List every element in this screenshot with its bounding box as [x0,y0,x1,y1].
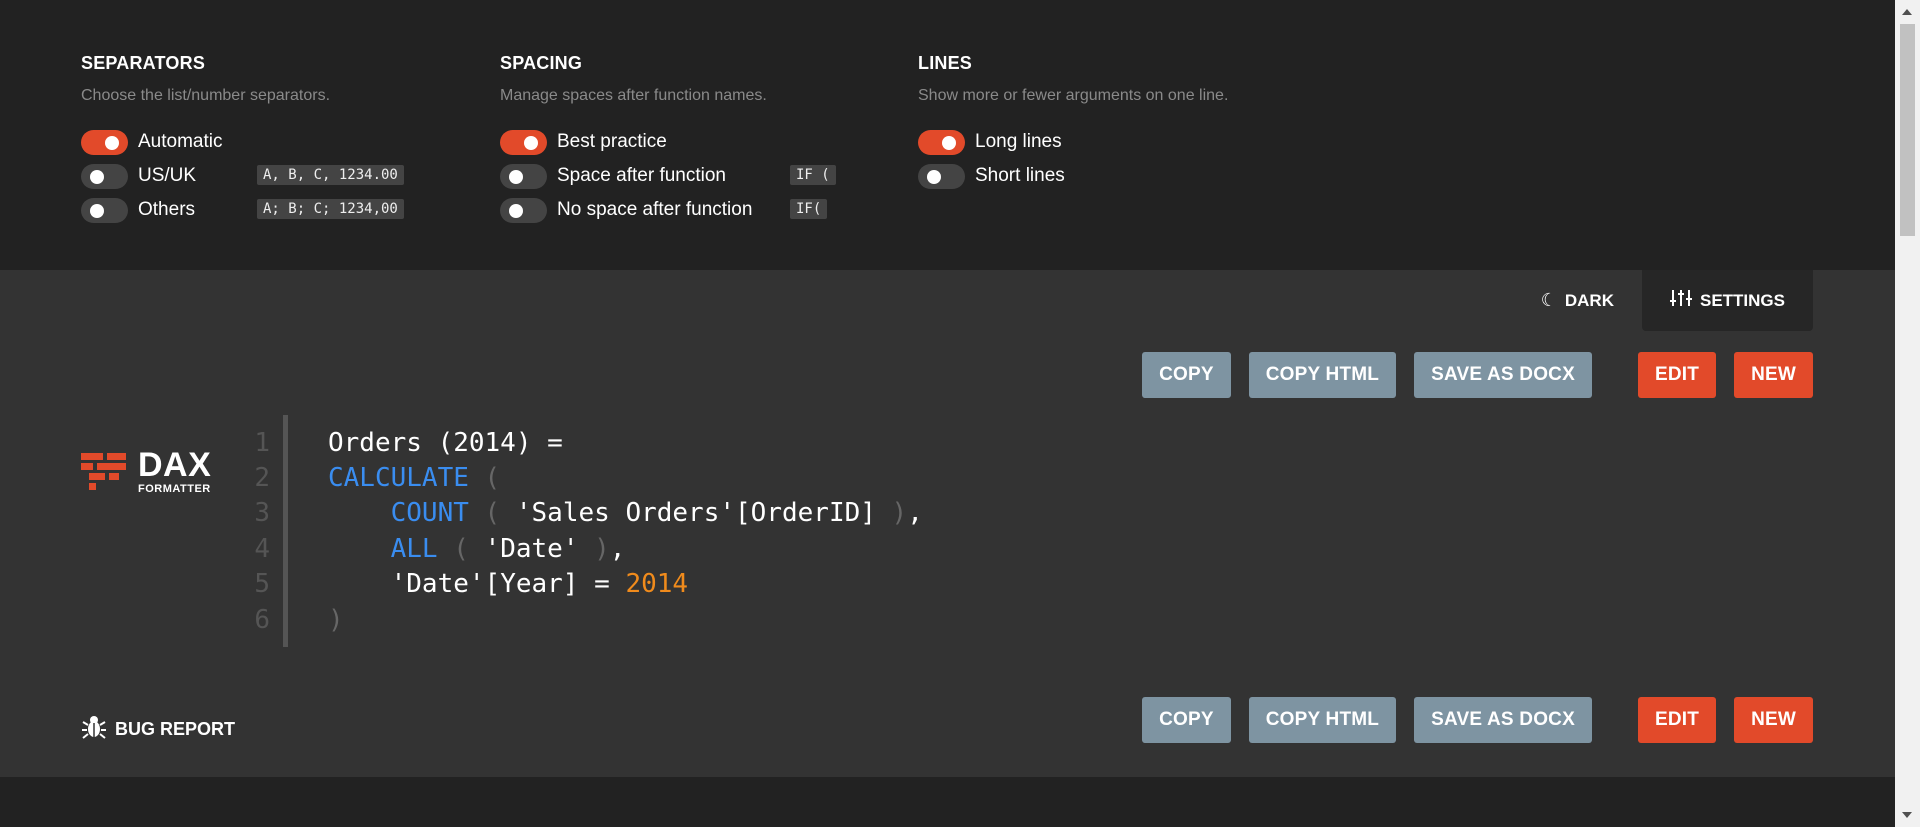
scrollbar-thumb[interactable] [1900,24,1915,236]
edit-button[interactable]: EDIT [1637,352,1717,398]
scroll-up-arrow-icon[interactable] [1902,9,1912,15]
separators-title: SEPARATORS [81,53,206,73]
code-text: 'Sales Orders'[OrderID] [515,498,876,529]
option-label: Automatic [138,131,223,152]
dark-label: DARK [1564,290,1614,310]
toggle-switch-long-lines[interactable] [918,129,965,155]
option-label: No space after function [557,199,753,220]
code-text: 'Date'[Year] = [390,569,626,600]
option-label: Space after function [557,165,726,186]
toggle-switch-no-space[interactable] [500,197,547,223]
toggle-switch-automatic[interactable] [81,129,128,155]
line-number: 2 [254,463,270,494]
separator-option-automatic[interactable]: Automatic [81,125,330,159]
lines-title: LINES [918,53,973,73]
spacing-section: SPACING Manage spaces after function nam… [500,53,836,227]
line-number: 1 [254,427,270,458]
code-line: 2 CALCULATE ( [240,460,923,495]
spacing-title: SPACING [500,53,583,73]
line-number: 6 [254,604,270,635]
toggle-switch-best-practice[interactable] [500,129,547,155]
toggle-switch-others[interactable] [81,197,128,223]
settings-panel: SEPARATORS Choose the list/number separa… [0,0,1895,270]
bug-report-link[interactable]: BUG REPORT [81,714,235,745]
logo-title: DAX [138,446,212,484]
copy-button[interactable]: COPY [1142,352,1231,398]
settings-label: SETTINGS [1699,290,1785,310]
spacing-description: Manage spaces after function names. [500,87,767,104]
copy-html-button[interactable]: COPY HTML [1248,697,1397,743]
separator-example-us-uk: A, B, C, 1234.00 [257,165,404,185]
editor-area: ☾ DARK SETTINGS COPY COPY HTML SAVE AS D… [0,270,1895,777]
save-docx-button[interactable]: SAVE AS DOCX [1414,352,1592,398]
separators-section: SEPARATORS Choose the list/number separa… [81,53,404,227]
save-docx-button[interactable]: SAVE AS DOCX [1414,697,1592,743]
code-line: 4 ALL ( 'Date' ), [240,531,923,566]
spacing-example-no-space: IF( [790,199,828,219]
sliders-icon [1669,288,1692,313]
new-button[interactable]: NEW [1734,352,1813,398]
code-block: 1 Orders (2014) = 2 CALCULATE ( 3 COUNT … [240,415,923,647]
code-paren: ) [578,533,610,564]
code-paren: ) [328,604,344,635]
toggle-switch-space-after[interactable] [500,163,547,189]
scroll-down-arrow-icon[interactable] [1902,812,1912,818]
bottom-toolbar: COPY COPY HTML SAVE AS DOCX EDIT NEW [1124,697,1813,743]
spacing-option-best-practice[interactable]: Best practice [500,125,767,159]
code-text: 'Date' [484,533,579,564]
edit-button[interactable]: EDIT [1637,697,1717,743]
separator-option-others[interactable]: Others A; B; C; 1234,00 [81,193,404,227]
code-function: ALL [390,533,438,564]
code-function: COUNT [390,498,469,529]
lines-option-short[interactable]: Short lines [918,159,1228,193]
logo-subtitle: FORMATTER [138,483,211,495]
code-text: , [907,498,923,529]
dax-formatter-logo: DAX FORMATTER [81,448,211,495]
dark-mode-button[interactable]: ☾ DARK [1513,270,1642,331]
code-paren: ( [437,533,485,564]
code-line: 1 Orders (2014) = [240,425,923,460]
code-paren: ( [468,498,516,529]
code-function: CALCULATE [328,463,469,494]
code-line: 6 ) [240,602,923,637]
page: SEPARATORS Choose the list/number separa… [0,0,1920,827]
line-number: 4 [254,533,270,564]
option-label: Long lines [975,131,1062,152]
code-paren: ( [468,463,501,494]
top-toolbar: COPY COPY HTML SAVE AS DOCX EDIT NEW [1124,352,1813,398]
lines-section: LINES Show more or fewer arguments on on… [918,53,1228,193]
line-number: 3 [254,498,270,529]
separator-example-others: A; B; C; 1234,00 [257,199,404,219]
spacing-option-no-space[interactable]: No space after function IF( [500,193,828,227]
code-text: Orders (2014) = [328,427,563,458]
copy-button[interactable]: COPY [1142,697,1231,743]
toggle-switch-us-uk[interactable] [81,163,128,189]
spacing-option-space-after[interactable]: Space after function IF ( [500,159,836,193]
toggle-switch-short-lines[interactable] [918,163,965,189]
settings-tab[interactable]: SETTINGS [1641,270,1813,331]
bug-report-label: BUG REPORT [115,719,236,739]
option-label: US/UK [138,165,197,186]
moon-icon: ☾ [1540,290,1557,310]
separator-option-us-uk[interactable]: US/UK A, B, C, 1234.00 [81,159,404,193]
option-label: Others [138,199,196,220]
separators-description: Choose the list/number separators. [81,87,331,104]
copy-html-button[interactable]: COPY HTML [1248,352,1397,398]
vertical-scrollbar[interactable] [1895,0,1920,827]
bug-icon [81,714,115,745]
line-number: 5 [254,569,270,600]
lines-description: Show more or fewer arguments on one line… [918,87,1229,104]
new-button[interactable]: NEW [1734,697,1813,743]
logo-mark-icon [81,452,126,491]
option-label: Best practice [557,131,667,152]
lines-option-long[interactable]: Long lines [918,125,1228,159]
code-paren: ) [875,498,908,529]
spacing-example-space-after: IF ( [790,165,836,185]
code-text: , [609,533,626,564]
code-number: 2014 [625,569,689,600]
code-line: 3 COUNT ( 'Sales Orders'[OrderID] ), [240,496,923,531]
view-tabs: ☾ DARK SETTINGS [1513,270,1813,331]
option-label: Short lines [975,165,1065,186]
code-line: 5 'Date'[Year] = 2014 [240,567,923,602]
